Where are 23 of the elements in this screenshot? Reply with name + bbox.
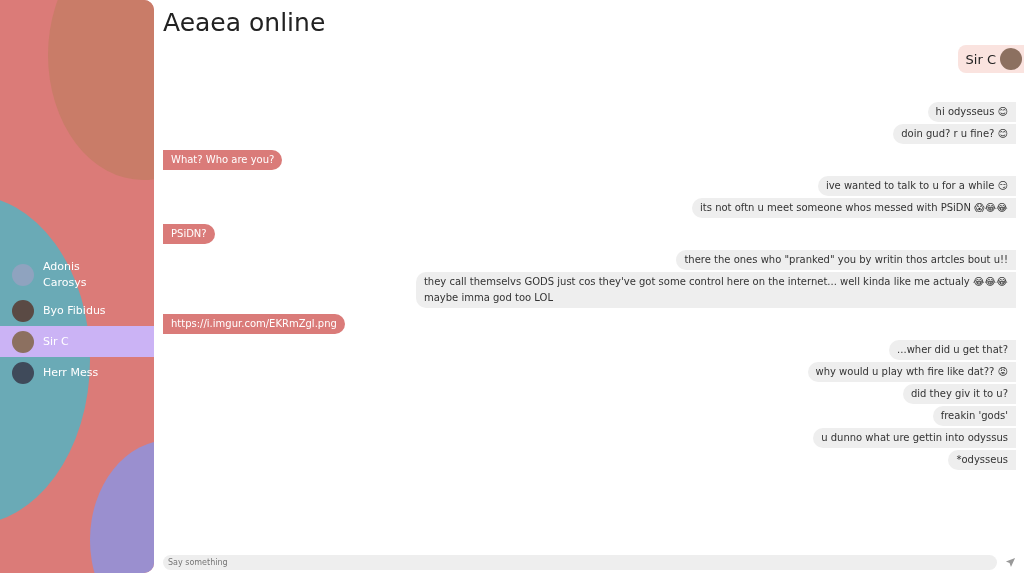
avatar [1000,48,1022,70]
received-message: *odysseus [948,450,1016,470]
received-message: why would u play wth fire like dat?? 😡 [807,362,1016,382]
contact-name: Sir C [965,51,996,67]
received-message: hi odysseus 😊 [927,102,1016,122]
received-message: freakin 'gods' [932,406,1016,426]
message-input[interactable]: Say something [163,555,997,570]
received-message: ...wher did u get that? [889,340,1016,360]
contact-name: Sir C [43,333,69,350]
received-message: ive wanted to talk to u for a while 😏 [817,176,1016,196]
received-message: there the ones who "pranked" you by writin thos artcles bout u!! [676,250,1016,270]
received-message: its not oftn u meet someone whos messed with PSiDN 😱😂😂 [692,198,1016,218]
sent-message: What? Who are you? [163,150,283,170]
contact-item[interactable]: Sir C [0,326,154,357]
received-message: doin gud? r u fine? 😊 [893,124,1016,144]
sent-message: https://i.imgur.com/EKRmZgl.png [163,314,345,334]
received-message: u dunno what ure gettin into odyssus [813,428,1016,448]
sent-message: PSiDN? [163,224,215,244]
send-icon[interactable] [1005,557,1016,568]
received-message: they call themselvs GODS just cos they've got some control here on the internet... well kinda like me actualy 😂😂😂 maybe imma god too LOL [415,272,1016,308]
chat-title: Aeaea online [163,8,327,37]
avatar [12,330,34,353]
received-message: did they giv it to u? [902,384,1016,404]
